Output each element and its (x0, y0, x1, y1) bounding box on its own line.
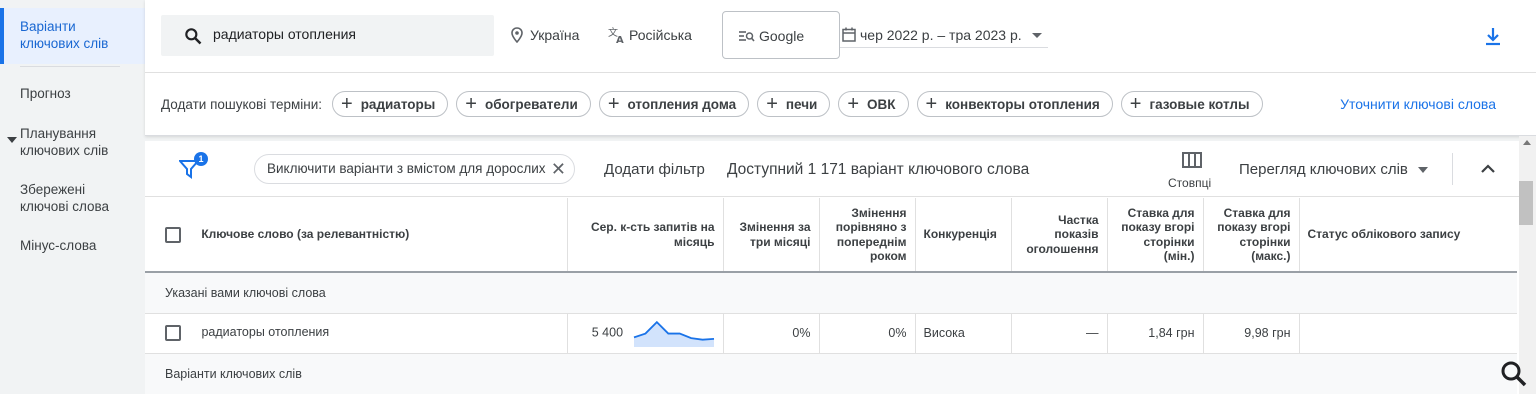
date-range-selector[interactable]: чер 2022 р. – тра 2023 р. (840, 18, 1048, 48)
chevron-up-icon[interactable] (1480, 161, 1496, 177)
scroll-up-icon[interactable] (1523, 140, 1531, 145)
language-selector[interactable]: Російська (629, 27, 692, 43)
keyword-table: Ключове слово (за релевантністю) Сер. к-… (145, 198, 1517, 394)
bid-low-header[interactable]: Ставка для показу вгорі сторінки (мін.) (1106, 198, 1203, 273)
select-all-checkbox[interactable] (165, 226, 181, 243)
scrollbar-thumb[interactable] (1519, 181, 1533, 225)
three-month-change-header[interactable]: Змінення за три місяці (722, 198, 819, 273)
suggested-terms: + радиаторы + обогреватели + отопления дома… (332, 91, 1263, 117)
plus-icon: + (766, 93, 778, 115)
trend-sparkline[interactable] (633, 319, 715, 347)
calendar-icon (842, 27, 856, 42)
keyword-planner-screen: Варіанти ключових слів Прогноз Планування… (0, 0, 1536, 394)
filter-count-badge: 1 (194, 152, 208, 166)
bid-high-cell: 9,98 грн (1202, 313, 1299, 354)
sidebar-item-label: Варіанти ключових слів (20, 19, 109, 51)
avg-searches-header[interactable]: Сер. к-сть запитів на місяць (566, 198, 723, 273)
plus-icon: + (925, 93, 938, 115)
results-toolbar: 1 Виключити варіанти з вмістом для дорос… (145, 141, 1519, 197)
term-chip[interactable]: + обогреватели (456, 91, 591, 117)
add-filter-button[interactable]: Додати фільтр (604, 161, 705, 178)
term-chip[interactable]: + ОВК (838, 91, 909, 117)
sidebar-divider (20, 66, 120, 67)
expand-caret-icon[interactable] (7, 137, 17, 143)
date-range-label: чер 2022 р. – тра 2023 р. (860, 27, 1022, 43)
network-label: Google (759, 28, 805, 44)
keyword-column-header[interactable]: Ключове слово (за релевантністю) (145, 198, 567, 273)
search-panel: Україна 文 A Російська Google чер 20 (145, 0, 1536, 136)
network-selector[interactable]: Google (722, 11, 840, 59)
term-chip[interactable]: + отопления дома (598, 91, 750, 117)
impression-share-header[interactable]: Частка показів оголошення (1010, 198, 1107, 273)
refine-keywords-link[interactable]: Уточнити ключові слова (1340, 96, 1496, 112)
sidebar-item-saved-keywords[interactable]: Збережені ключові слова (20, 181, 109, 215)
term-chip[interactable]: + радиаторы (332, 91, 449, 117)
magnifier-icon[interactable] (1494, 354, 1534, 394)
chevron-down-icon (1032, 33, 1042, 38)
chevron-down-icon (1418, 167, 1428, 173)
sidebar-item-keyword-ideas[interactable]: Варіанти ключових слів (0, 8, 145, 64)
search-network-icon (739, 31, 755, 42)
group-label: Указані вами ключові слова (145, 272, 1517, 314)
avg-searches-cell: 5 400 (566, 313, 723, 354)
sidebar: Варіанти ключових слів Прогноз Планування… (0, 0, 145, 394)
table-row: радиаторы отопления 5 400 0% 0% Висока —… (145, 313, 1517, 354)
term-chip[interactable]: + газовые котлы (1120, 91, 1263, 117)
plus-icon: + (341, 93, 353, 115)
impression-share-cell: — (1010, 313, 1107, 354)
competition-header[interactable]: Конкуренція (914, 198, 1011, 273)
term-chip[interactable]: + конвекторы отопления (916, 91, 1113, 117)
sidebar-item-forecast[interactable]: Прогноз (20, 85, 71, 102)
three-month-change-cell: 0% (722, 313, 819, 354)
toolbar-divider (1452, 153, 1453, 185)
search-box[interactable] (161, 15, 494, 56)
group-label: Варіанти ключових слів (145, 353, 1517, 394)
account-status-cell (1298, 313, 1517, 354)
results-panel: 1 Виключити варіанти з вмістом для дорос… (145, 141, 1519, 394)
table-header-row: Ключове слово (за релевантністю) Сер. к-… (145, 198, 1517, 273)
search-input[interactable] (213, 26, 483, 42)
location-selector[interactable]: Україна (530, 27, 579, 43)
available-count: Доступний 1 171 варіант ключового слова (727, 161, 1030, 178)
keyword-view-selector[interactable]: Перегляд ключових слів (1239, 161, 1408, 178)
translate-icon: 文 A (608, 26, 624, 44)
sidebar-item-plans[interactable]: Планування ключових слів (20, 125, 108, 159)
yoy-change-header[interactable]: Змінення порівняно з попереднім роком (818, 198, 915, 273)
plus-icon: + (607, 93, 620, 115)
search-icon (185, 28, 202, 45)
bid-high-header[interactable]: Ставка для показу вгорі сторінки (макс.) (1202, 198, 1299, 273)
location-pin-icon (511, 27, 523, 43)
account-status-header[interactable]: Статус облікового запису (1298, 198, 1517, 273)
competition-cell: Висока (914, 313, 1011, 354)
term-chip[interactable]: + печи (757, 91, 831, 117)
bid-low-cell: 1,84 грн (1106, 313, 1203, 354)
plus-icon: + (1129, 93, 1142, 115)
download-icon[interactable] (1483, 26, 1503, 46)
keyword-cell: радиаторы отопления (145, 313, 567, 354)
columns-icon[interactable] (1182, 152, 1202, 168)
svg-text:A: A (616, 35, 624, 44)
sparkline-area (633, 322, 714, 347)
row-checkbox[interactable] (165, 325, 181, 341)
sidebar-item-negative-keywords[interactable]: Мінус-слова (20, 237, 96, 254)
divider (145, 72, 1536, 73)
close-icon[interactable]: ✕ (551, 155, 566, 183)
add-terms-label: Додати пошукові терміни: (161, 97, 323, 112)
plus-icon: + (465, 93, 477, 115)
columns-button-label[interactable]: Стовпці (1168, 176, 1211, 190)
plus-icon: + (847, 93, 860, 115)
adult-filter-chip[interactable]: Виключити варіанти з вмістом для доросли… (254, 154, 575, 184)
group-row: Варіанти ключових слів (145, 353, 1517, 394)
yoy-change-cell: 0% (818, 313, 915, 354)
group-row: Указані вами ключові слова (145, 272, 1517, 314)
